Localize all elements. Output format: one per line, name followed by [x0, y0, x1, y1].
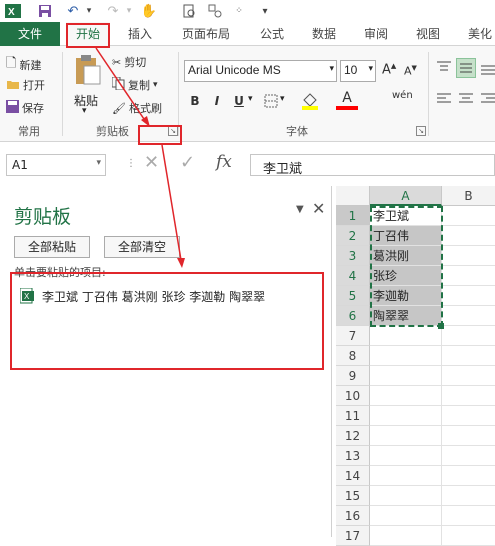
annotation-arrows: [95, 47, 185, 268]
